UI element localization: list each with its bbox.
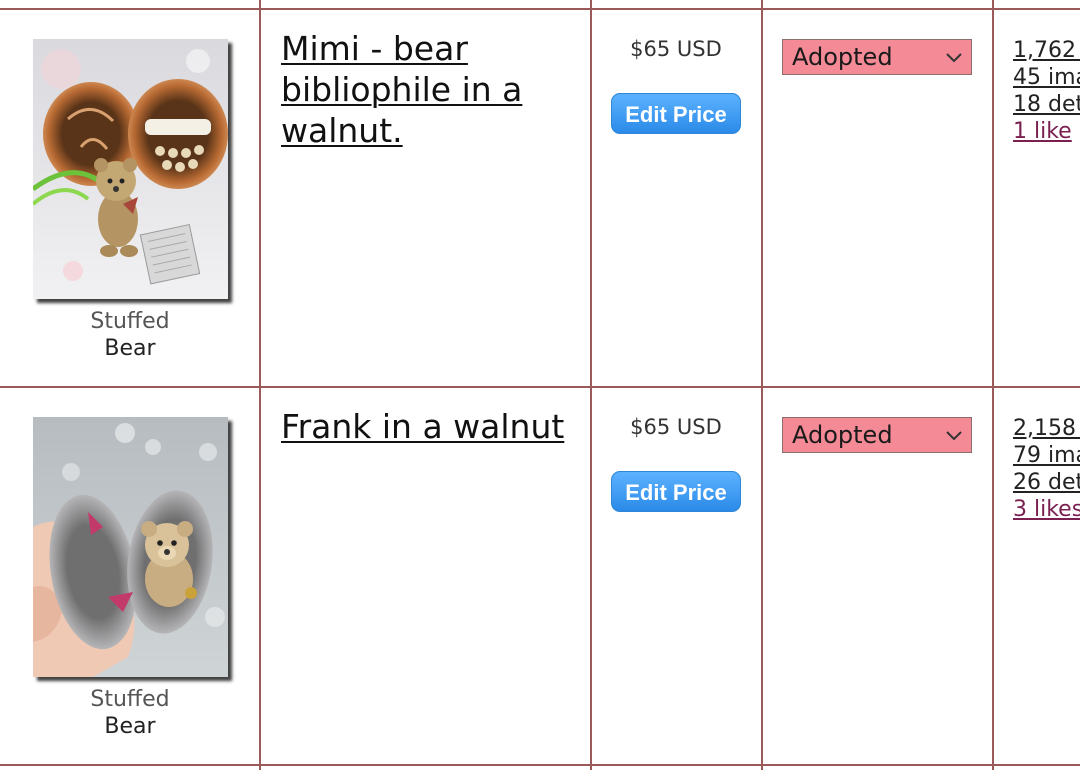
listing-title-link[interactable]: Frank in a walnut — [281, 406, 581, 447]
status-dropdown[interactable]: Adopted — [782, 417, 972, 453]
views-link[interactable]: 2,158 s — [1013, 415, 1080, 442]
chevron-down-icon — [946, 53, 962, 63]
listing-table: Stuffed Bear Mimi - bear bibliophile in … — [0, 0, 1080, 770]
category-label: Stuffed Bear — [0, 308, 260, 362]
status-dropdown[interactable]: Adopted — [782, 39, 972, 75]
details-link[interactable]: 26 det — [1013, 469, 1080, 496]
likes-link[interactable]: 3 likes — [1013, 496, 1080, 523]
likes-link[interactable]: 1 like — [1013, 118, 1080, 145]
category-line-2: Bear — [104, 336, 156, 361]
listing-stats: 1,762 s 45 ima 18 det 1 like — [1013, 37, 1080, 145]
chevron-down-icon — [946, 431, 962, 441]
category-label: Stuffed Bear — [0, 686, 260, 740]
images-link[interactable]: 45 ima — [1013, 64, 1080, 91]
details-link[interactable]: 18 det — [1013, 91, 1080, 118]
price-label: $65 USD — [630, 415, 722, 439]
views-link[interactable]: 1,762 s — [1013, 37, 1080, 64]
category-line-1: Stuffed — [90, 309, 170, 334]
edit-price-button[interactable]: Edit Price — [611, 471, 741, 512]
edit-price-button[interactable]: Edit Price — [611, 93, 741, 134]
bear-in-walnut-with-book-photo[interactable] — [33, 39, 228, 299]
category-line-2: Bear — [104, 714, 156, 739]
category-line-1: Stuffed — [90, 687, 170, 712]
images-link[interactable]: 79 ima — [1013, 442, 1080, 469]
listing-title-link[interactable]: Mimi - bear bibliophile in a walnut. — [281, 28, 561, 151]
table-row: Stuffed Bear Frank in a walnut $65 USD E… — [0, 388, 1080, 766]
status-selected-value: Adopted — [792, 43, 893, 71]
listing-stats: 2,158 s 79 ima 26 det 3 likes — [1013, 415, 1080, 523]
table-row: Stuffed Bear Mimi - bear bibliophile in … — [0, 10, 1080, 388]
price-label: $65 USD — [630, 37, 722, 61]
bear-in-open-walnut-photo[interactable] — [33, 417, 228, 677]
status-selected-value: Adopted — [792, 421, 893, 449]
